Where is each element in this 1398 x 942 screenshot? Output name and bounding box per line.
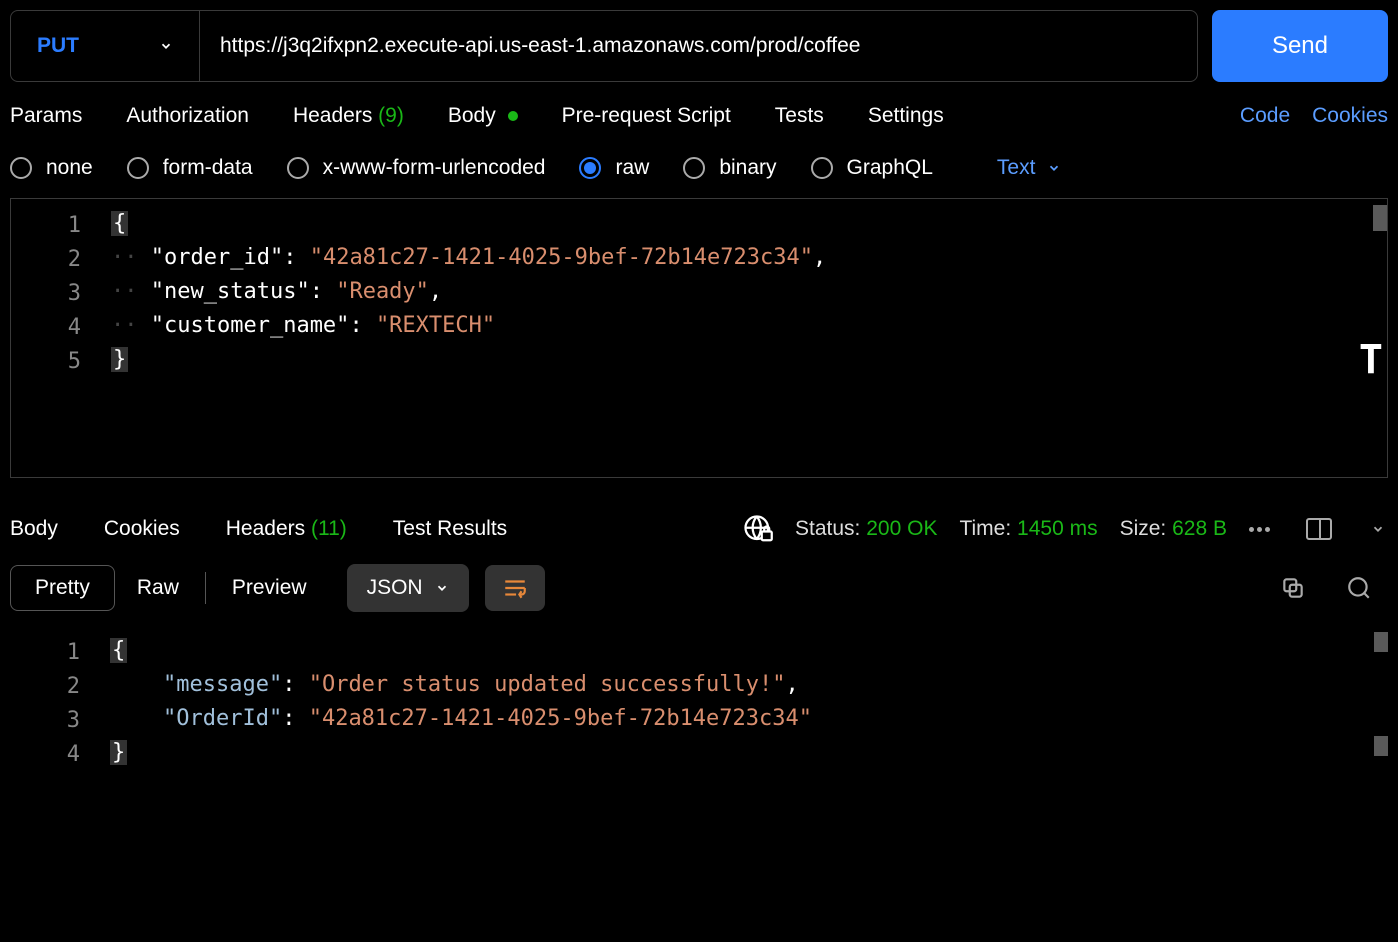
format-label: JSON xyxy=(367,576,423,600)
body-type-label: GraphQL xyxy=(847,156,933,180)
response-tab-headers-label: Headers xyxy=(226,517,305,540)
size-label: Size: xyxy=(1120,517,1167,540)
code-area[interactable]: { "message": "Order status updated succe… xyxy=(110,626,1388,786)
body-type-binary[interactable]: binary xyxy=(683,156,776,180)
scrollbar-thumb[interactable] xyxy=(1373,205,1387,231)
status-label: Status: xyxy=(795,517,860,540)
view-toolbar: Pretty Raw Preview JSON xyxy=(0,560,1398,626)
tab-authorization[interactable]: Authorization xyxy=(126,104,249,128)
wrap-lines-button[interactable] xyxy=(485,565,545,611)
line-gutter: 12345 xyxy=(11,199,111,477)
tab-tests[interactable]: Tests xyxy=(775,104,824,128)
tab-headers[interactable]: Headers (9) xyxy=(293,104,404,128)
response-tab-headers-count: (11) xyxy=(311,517,347,540)
tab-headers-label: Headers xyxy=(293,104,372,127)
radio-selected-icon xyxy=(579,157,601,179)
scrollbar-thumb[interactable] xyxy=(1374,632,1388,652)
view-preview-button[interactable]: Preview xyxy=(210,566,329,610)
url-input[interactable] xyxy=(200,11,1197,81)
body-type-label: x-www-form-urlencoded xyxy=(323,156,546,180)
time-value: 1450 ms xyxy=(1017,517,1098,540)
body-type-formdata[interactable]: form-data xyxy=(127,156,253,180)
body-type-urlencoded[interactable]: x-www-form-urlencoded xyxy=(287,156,546,180)
tab-body-label: Body xyxy=(448,104,496,127)
status-info: Status: 200 OK Time: 1450 ms Size: 628 B xyxy=(743,514,1388,544)
body-format-label: Text xyxy=(997,156,1036,180)
globe-lock-icon xyxy=(743,514,773,544)
line-gutter: 1234 xyxy=(10,626,110,786)
format-selector[interactable]: JSON xyxy=(347,564,469,612)
send-button[interactable]: Send xyxy=(1212,10,1388,82)
body-type-label: form-data xyxy=(163,156,253,180)
view-raw-button[interactable]: Raw xyxy=(115,566,201,610)
response-tab-body[interactable]: Body xyxy=(10,517,58,541)
response-body-editor[interactable]: 1234 { "message": "Order status updated … xyxy=(10,626,1388,786)
code-link[interactable]: Code xyxy=(1240,104,1290,128)
response-tab-testresults[interactable]: Test Results xyxy=(393,517,507,541)
more-actions-button[interactable] xyxy=(1249,527,1270,532)
wrap-icon xyxy=(501,575,529,601)
green-dot-icon xyxy=(508,111,518,121)
cursor-indicator-icon: T xyxy=(1359,337,1383,383)
code-area[interactable]: { ·· "order_id": "42a81c27-1421-4025-9be… xyxy=(111,199,1387,477)
body-type-row: none form-data x-www-form-urlencoded raw… xyxy=(0,150,1398,198)
tab-headers-count: (9) xyxy=(378,104,404,127)
method-label: PUT xyxy=(37,34,79,58)
copy-icon xyxy=(1280,575,1306,601)
body-type-none[interactable]: none xyxy=(10,156,93,180)
search-icon xyxy=(1346,575,1372,601)
panel-layout-button[interactable] xyxy=(1306,518,1332,540)
panel-icon xyxy=(1306,518,1332,540)
collapse-response-button[interactable] xyxy=(1368,522,1388,536)
radio-icon xyxy=(287,157,309,179)
request-body-editor[interactable]: 12345 { ·· "order_id": "42a81c27-1421-40… xyxy=(10,198,1388,478)
method-selector[interactable]: PUT xyxy=(11,11,200,81)
divider xyxy=(205,572,206,604)
tab-prerequest[interactable]: Pre-request Script xyxy=(562,104,731,128)
radio-icon xyxy=(10,157,32,179)
status-value: 200 OK xyxy=(866,517,937,540)
response-tab-headers[interactable]: Headers (11) xyxy=(226,517,347,541)
tab-params[interactable]: Params xyxy=(10,104,82,128)
body-type-label: binary xyxy=(719,156,776,180)
chevron-down-icon xyxy=(1368,522,1388,536)
radio-icon xyxy=(811,157,833,179)
body-type-graphql[interactable]: GraphQL xyxy=(811,156,933,180)
body-type-label: none xyxy=(46,156,93,180)
chevron-down-icon xyxy=(1047,161,1061,175)
scrollbar-thumb[interactable] xyxy=(1374,736,1388,756)
tab-body[interactable]: Body xyxy=(448,104,518,128)
dots-icon xyxy=(1249,527,1270,532)
chevron-down-icon xyxy=(435,581,449,595)
body-type-raw[interactable]: raw xyxy=(579,156,649,180)
request-tabs: Params Authorization Headers (9) Body Pr… xyxy=(0,92,1398,150)
body-type-label: raw xyxy=(615,156,649,180)
response-tab-cookies[interactable]: Cookies xyxy=(104,517,180,541)
chevron-down-icon xyxy=(159,39,173,53)
response-tabs: Body Cookies Headers (11) Test Results S… xyxy=(0,506,1398,560)
url-box: PUT xyxy=(10,10,1198,82)
view-pretty-button[interactable]: Pretty xyxy=(10,565,115,611)
body-format-selector[interactable]: Text xyxy=(997,156,1062,180)
size-value: 628 B xyxy=(1172,517,1227,540)
radio-icon xyxy=(127,157,149,179)
search-button[interactable] xyxy=(1346,575,1372,601)
radio-icon xyxy=(683,157,705,179)
time-label: Time: xyxy=(959,517,1011,540)
cookies-link[interactable]: Cookies xyxy=(1312,104,1388,128)
tab-settings[interactable]: Settings xyxy=(868,104,944,128)
copy-button[interactable] xyxy=(1280,575,1306,601)
